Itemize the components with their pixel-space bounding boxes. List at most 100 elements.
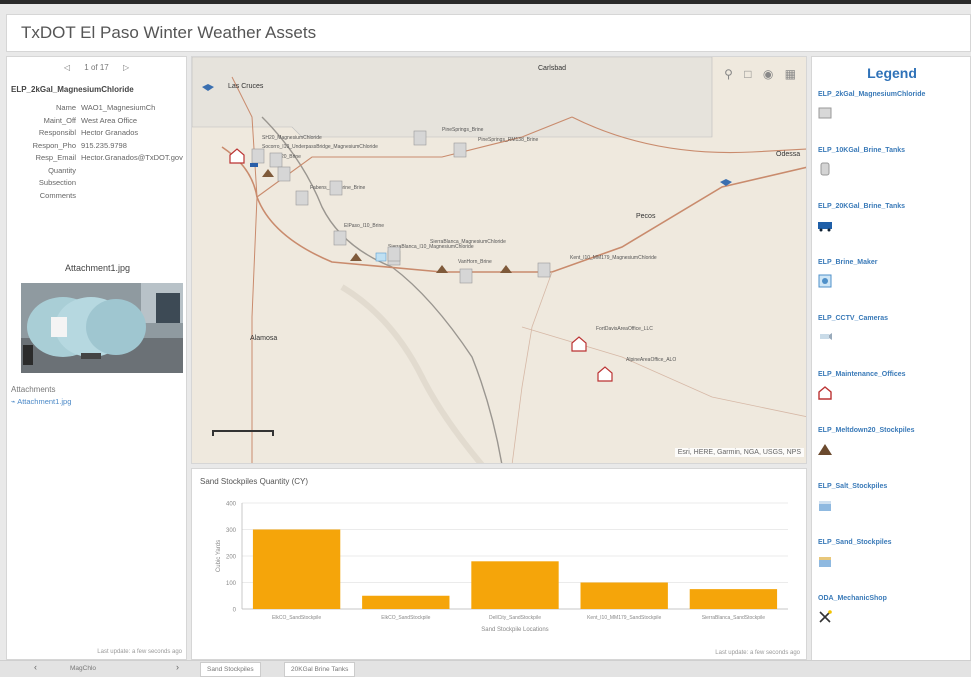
grid-icon[interactable]: ▦ <box>785 67 796 81</box>
wrench-icon <box>818 610 832 624</box>
tab-sand-stockpiles[interactable]: Sand Stockpiles <box>200 662 261 677</box>
map-marker-label: AlpineAreaOffice_ALO <box>626 357 677 363</box>
bar-chart: 0 100 200 300 400 ElkCO_SandStockpile ElkCO_Sa… <box>216 502 788 633</box>
attachment-link-text: Attachment1.jpg <box>17 397 72 406</box>
city-label: Pecos <box>636 213 656 220</box>
bar <box>362 595 450 609</box>
map-attribution: Esri, HERE, Garmin, NGA, USGS, NPS <box>674 448 804 457</box>
y-axis-title: Cubic Yards <box>216 540 222 572</box>
attribute-key: Resp_Email <box>35 153 76 162</box>
office-icon <box>818 386 832 400</box>
legend-item-label: ELP_2kGal_MagnesiumChloride <box>818 91 926 98</box>
legend-item: ELP_Maintenance_Offices <box>818 371 970 400</box>
map-view[interactable]: Las Cruces Carlsbad Odessa Pecos Alamosa… <box>191 56 807 464</box>
bar <box>471 561 559 609</box>
attribute-key: Maint_Off <box>43 115 76 125</box>
legend-item: ELP_CCTV_Cameras <box>818 315 970 344</box>
attribute-key: Quantity <box>48 165 76 175</box>
bar <box>580 582 668 609</box>
x-tick-label: SierraBlanca_SandStockpile <box>702 615 766 621</box>
tab-20kgal-brine-tanks[interactable]: 20KGal Brine Tanks <box>284 662 356 677</box>
tank-photo-image <box>21 283 183 373</box>
feature-pager: ◁ 1 of 17 ▷ <box>7 63 186 72</box>
nav-right-button[interactable]: › <box>176 662 179 672</box>
map-marker-label: Kent_I10_MM179_MagnesiumChloride <box>570 255 657 261</box>
attribute-row: Comments <box>7 191 188 202</box>
attribute-key: Responsibl <box>38 128 76 137</box>
x-tick-label: ElkCO_SandStockpile <box>381 615 430 621</box>
attachments-label: Attachments <box>11 385 56 394</box>
attribute-value: WAO1_MagnesiumCh <box>81 103 156 112</box>
square-icon[interactable]: □ <box>744 67 751 81</box>
app-header: TxDOT El Paso Winter Weather Assets <box>6 14 971 52</box>
attribute-row: Name WAO1_MagnesiumCh <box>7 103 188 114</box>
map-marker-label: ElPaso_I10_Brine <box>344 223 385 229</box>
map-marker-label: FortDavisAreaOffice_LLC <box>596 326 653 332</box>
legend-title: Legend <box>867 65 917 81</box>
map-marker-label: PineSprings_Brine <box>442 127 484 133</box>
y-tick-label: 0 <box>233 608 237 614</box>
legend-item: ELP_Meltdown20_Stockpiles <box>818 427 970 456</box>
attribute-value: Hector.Granados@TxDOT.gov <box>81 153 183 162</box>
brine-maker-icon <box>818 274 832 288</box>
city-label: Odessa <box>776 151 801 158</box>
legend-item-label: ELP_CCTV_Cameras <box>818 315 889 322</box>
legend-item-label: ELP_10KGal_Brine_Tanks <box>818 147 906 154</box>
attribute-value: 915.235.9798 <box>81 140 127 150</box>
legend-item-label: ODA_MechanicShop <box>818 595 887 602</box>
details-panel: ◁ 1 of 17 ▷ ELP_2kGal_MagnesiumChloride … <box>6 56 187 660</box>
map-marker-label: SH20_Brine <box>274 154 301 160</box>
legend-item: ELP_Brine_Maker <box>818 259 970 288</box>
mound-icon <box>818 442 832 456</box>
legend-item: ELP_20KGal_Brine_Tanks <box>818 203 970 232</box>
attribute-row: Subsection <box>7 178 188 189</box>
attribute-row: Respon_Pho 915.235.9798 <box>7 141 188 152</box>
map-marker-label: PineSprings_RM138_Brine <box>478 137 539 143</box>
chart-last-update: Last update: a few seconds ago <box>715 650 800 656</box>
camera-icon <box>818 330 832 344</box>
tab-magchlo[interactable]: MagChlo <box>64 662 102 677</box>
bottom-bar: ‹ MagChlo › Sand Stockpiles 20KGal Brine… <box>0 660 971 677</box>
y-tick-label: 200 <box>226 555 237 561</box>
map-marker-label: SierraBlanca_MagnesiumChloride <box>430 239 506 245</box>
map-marker-label: SH20_MagnesiumChloride <box>262 135 322 141</box>
blue-truck-icon <box>818 218 832 232</box>
city-label: Carlsbad <box>538 65 567 72</box>
legend-item-label: ELP_20KGal_Brine_Tanks <box>818 203 906 210</box>
pager-text: 1 of 17 <box>84 63 109 72</box>
city-label: Alamosa <box>250 335 278 342</box>
bar <box>252 529 341 609</box>
search-icon[interactable]: ⚲ <box>724 67 733 81</box>
prev-feature-button[interactable]: ◁ <box>64 63 70 72</box>
x-axis-title: Sand Stockpile Locations <box>481 627 548 633</box>
details-last-update: Last update: a few seconds ago <box>97 649 182 655</box>
map-tools: ⚲ □ ◉ ▦ <box>716 67 796 81</box>
legend-item: ODA_MechanicShop <box>818 595 970 624</box>
legend-item-label: ELP_Sand_Stockpiles <box>818 539 892 546</box>
app-title: TxDOT El Paso Winter Weather Assets <box>21 23 317 42</box>
attachment-photo[interactable] <box>21 283 183 373</box>
x-tick-label: DellCity_SandStockpile <box>489 615 541 621</box>
globe-icon[interactable]: ◉ <box>763 67 773 81</box>
attribute-key: Subsection <box>38 178 76 187</box>
gray-cylinder-icon <box>818 162 832 176</box>
attribute-key: Respon_Pho <box>32 140 76 150</box>
y-tick-label: 400 <box>226 502 237 508</box>
attribute-row: Maint_Off West Area Office <box>7 116 188 127</box>
feature-title: ELP_2kGal_MagnesiumChloride <box>11 85 134 94</box>
attribute-row: Responsibl Hector Granados <box>7 128 188 139</box>
attribute-value: Hector Granados <box>81 128 139 137</box>
map-marker-label: VanHorn_Brine <box>458 259 492 265</box>
app-root: TxDOT El Paso Winter Weather Assets ◁ 1 … <box>0 0 971 677</box>
y-tick-label: 100 <box>226 581 237 587</box>
legend-item: ELP_10KGal_Brine_Tanks <box>818 147 970 176</box>
next-feature-button[interactable]: ▷ <box>123 63 129 72</box>
map-basemap <box>192 57 806 463</box>
legend-panel: Legend ELP_2kGal_MagnesiumChloride ELP_10… <box>811 56 971 677</box>
attachment-link[interactable]: ⌁ Attachment1.jpg <box>11 397 71 406</box>
salt-icon <box>818 498 832 512</box>
legend-item-label: ELP_Maintenance_Offices <box>818 371 906 378</box>
nav-left-button[interactable]: ‹ <box>34 662 37 672</box>
map-marker-label: Fabens_I10_Brine_Brine <box>310 185 366 191</box>
legend-item: ELP_Salt_Stockpiles <box>818 483 970 512</box>
